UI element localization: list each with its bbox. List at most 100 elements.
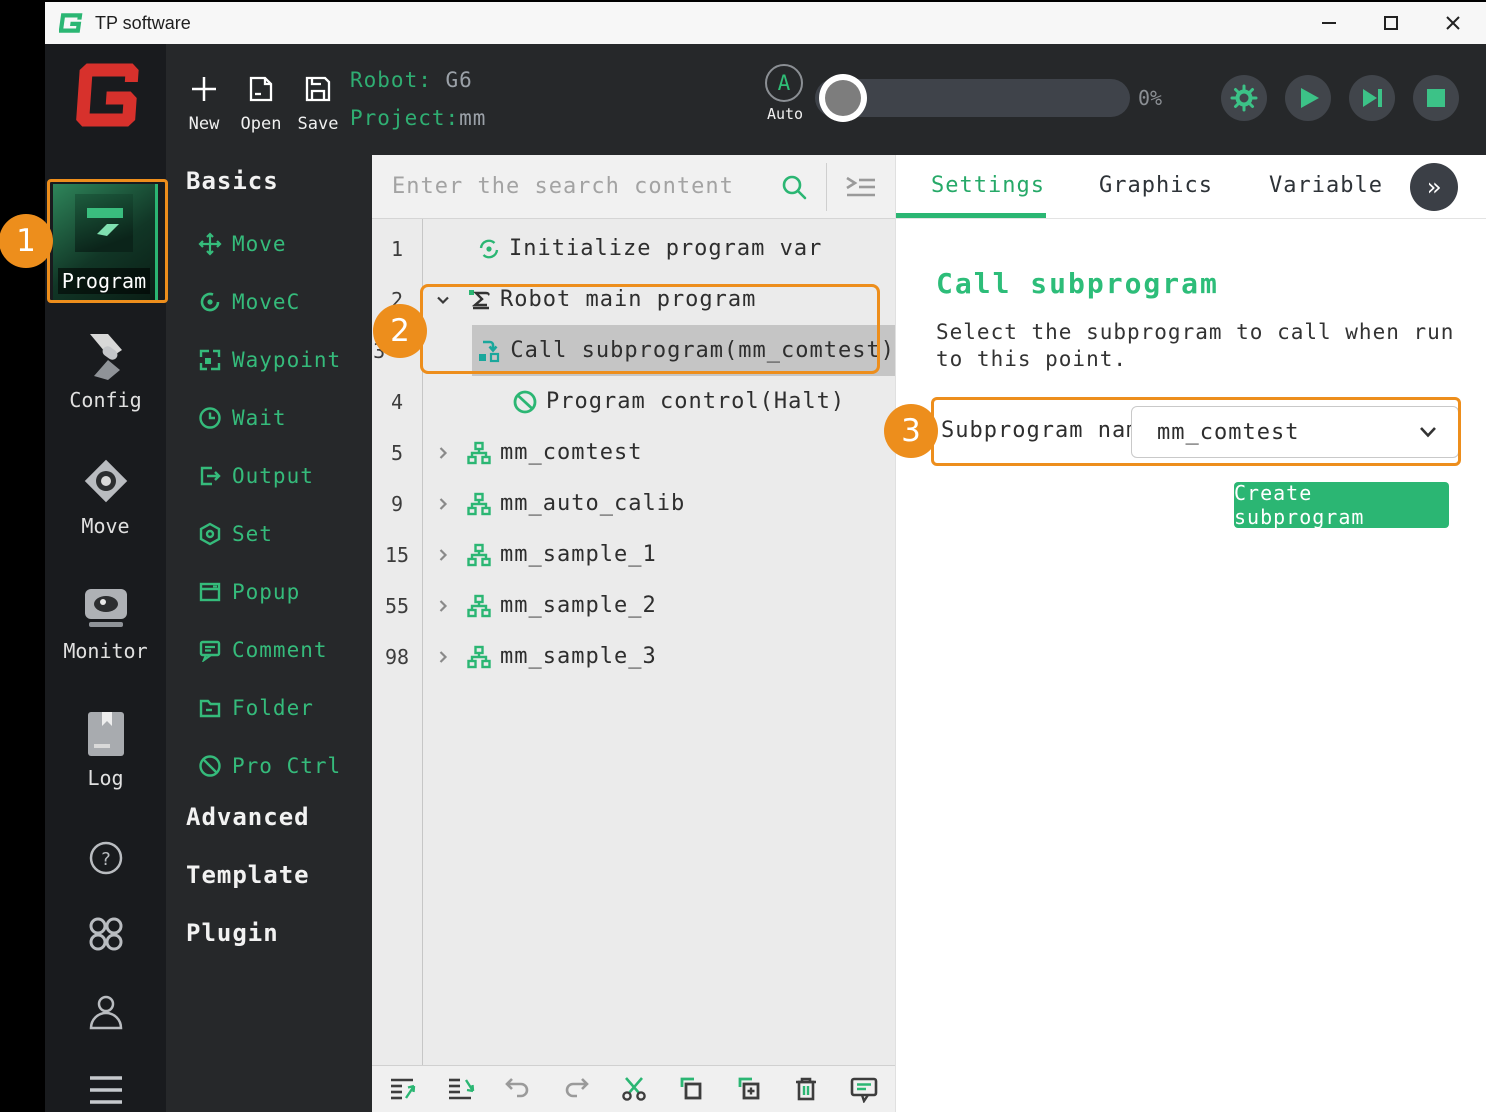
tab-settings[interactable]: Settings — [931, 173, 1045, 198]
copy-icon[interactable] — [676, 1075, 706, 1103]
line-number: 5 — [372, 427, 422, 478]
section-advanced[interactable]: Advanced — [186, 803, 310, 831]
create-subprogram-label: Create subprogram — [1234, 481, 1449, 529]
redo-icon[interactable] — [561, 1075, 591, 1103]
search-input[interactable] — [372, 155, 826, 218]
tree-row-subprogram[interactable]: 15 mm_sample_1 — [372, 529, 895, 580]
apps-icon[interactable] — [45, 912, 166, 956]
open-button[interactable]: Open — [238, 74, 284, 134]
halt-icon — [512, 389, 538, 415]
program-tree-panel: 1 Initialize program var — [372, 155, 895, 1112]
menu-item-set[interactable]: Set — [198, 505, 273, 563]
comment-bubble-icon[interactable] — [849, 1075, 879, 1103]
tree-row-main-program[interactable]: 2 Robot main program — [372, 274, 895, 325]
run-settings-button[interactable] — [1221, 75, 1267, 121]
save-button[interactable]: Save — [295, 74, 341, 134]
undo-icon[interactable] — [503, 1075, 533, 1103]
new-icon — [189, 74, 219, 104]
prohibit-icon — [198, 754, 222, 778]
delete-icon[interactable] — [791, 1075, 821, 1103]
subprogram-icon — [466, 440, 492, 466]
menu-item-folder[interactable]: Folder — [198, 679, 314, 737]
new-button[interactable]: New — [182, 74, 226, 134]
section-template[interactable]: Template — [186, 861, 310, 889]
menu-item-move[interactable]: Move — [198, 215, 287, 273]
monitor-icon — [45, 577, 166, 635]
paste-icon[interactable] — [734, 1075, 764, 1103]
minimize-icon[interactable] — [1298, 2, 1360, 44]
section-basics[interactable]: Basics — [186, 167, 279, 195]
menu-item-label: MoveC — [232, 290, 300, 314]
stop-icon — [1424, 86, 1448, 110]
line-number: 1 — [372, 223, 422, 274]
tab-graphics[interactable]: Graphics — [1099, 173, 1213, 198]
sidebar-item-label: Program — [58, 268, 150, 294]
tree-row-program-control[interactable]: 4 Program control(Halt) — [372, 376, 895, 427]
tree-row-subprogram[interactable]: 98 mm_sample_3 — [372, 631, 895, 682]
chevron-right-icon[interactable] — [434, 547, 452, 563]
stop-button[interactable] — [1413, 75, 1459, 121]
speed-slider-knob[interactable] — [819, 74, 867, 122]
chevron-right-icon[interactable] — [434, 598, 452, 614]
menu-item-pro-ctrl[interactable]: Pro Ctrl — [198, 737, 341, 795]
user-icon[interactable] — [45, 990, 166, 1036]
robot-indicator: Robot: G6 — [350, 68, 473, 92]
tree-row-subprogram[interactable]: 5 mm_comtest — [372, 427, 895, 478]
subprogram-select[interactable]: mm_comtest — [1131, 406, 1459, 458]
tree-row-label: mm_sample_1 — [500, 542, 657, 567]
waypoint-icon — [198, 348, 222, 372]
chevron-right-icon[interactable] — [434, 496, 452, 512]
chevron-right-icon[interactable] — [434, 649, 452, 665]
menu-item-waypoint[interactable]: Waypoint — [198, 331, 341, 389]
menu-item-movec[interactable]: MoveC — [198, 273, 300, 331]
cut-icon[interactable] — [619, 1075, 649, 1103]
menu-icon[interactable] — [45, 1072, 166, 1108]
create-subprogram-button[interactable]: Create subprogram — [1234, 482, 1449, 528]
insert-after-icon[interactable] — [446, 1075, 476, 1103]
maximize-icon[interactable] — [1360, 2, 1422, 44]
sidebar-item-move[interactable]: Move — [45, 452, 166, 538]
menu-item-label: Waypoint — [232, 348, 341, 372]
sidebar-item-log[interactable]: Log — [45, 706, 166, 790]
tree-row-label: Call subprogram(mm_comtest) — [510, 338, 895, 363]
open-icon — [246, 74, 276, 104]
sidebar-item-monitor[interactable]: Monitor — [45, 577, 166, 663]
save-button-label: Save — [295, 114, 341, 134]
sidebar-item-program[interactable]: Program — [53, 184, 158, 302]
collapse-tree-button[interactable] — [827, 155, 895, 218]
speed-slider-track[interactable] — [815, 79, 1130, 117]
inspector-panel: Settings Graphics Variable » Call subpro… — [895, 155, 1486, 1112]
open-button-label: Open — [238, 114, 284, 134]
sidebar-item-config[interactable]: Config — [45, 326, 166, 412]
section-plugin[interactable]: Plugin — [186, 919, 279, 947]
help-icon[interactable]: ? — [45, 838, 166, 878]
popup-icon — [198, 580, 222, 604]
tree-row-subprogram[interactable]: 9 mm_auto_calib — [372, 478, 895, 529]
step-button[interactable] — [1349, 75, 1395, 121]
tree-row-initialize[interactable]: 1 Initialize program var — [372, 223, 895, 274]
chevron-right-icon[interactable] — [434, 445, 452, 461]
selected-row-highlight[interactable]: Call subprogram(mm_comtest) — [472, 325, 895, 376]
play-button[interactable] — [1285, 75, 1331, 121]
auto-mode-button[interactable]: A Auto — [765, 64, 805, 123]
menu-item-label: Output — [232, 464, 314, 488]
close-icon[interactable] — [1422, 2, 1484, 44]
chevron-down-icon[interactable] — [434, 292, 452, 308]
tree-row-call-subprogram[interactable]: 3 — [372, 325, 895, 376]
body-area: Program Config — [45, 44, 1486, 1112]
menu-item-output[interactable]: Output — [198, 447, 314, 505]
tab-variable[interactable]: Variable — [1269, 173, 1383, 198]
subprogram-icon — [466, 593, 492, 619]
auto-mode-letter: A — [765, 64, 803, 102]
menu-item-comment[interactable]: Comment — [198, 621, 328, 679]
tree-row-subprogram[interactable]: 55 mm_sample_2 — [372, 580, 895, 631]
inspector-heading: Call subprogram — [936, 267, 1219, 300]
menu-item-wait[interactable]: Wait — [198, 389, 287, 447]
active-tab-underline — [896, 213, 1046, 218]
collapse-panel-button[interactable]: » — [1410, 163, 1458, 211]
search-icon[interactable] — [780, 173, 808, 201]
menu-item-popup[interactable]: Popup — [198, 563, 300, 621]
insert-before-icon[interactable] — [388, 1075, 418, 1103]
project-indicator: Project:mm — [350, 106, 486, 130]
menu-item-label: Wait — [232, 406, 287, 430]
